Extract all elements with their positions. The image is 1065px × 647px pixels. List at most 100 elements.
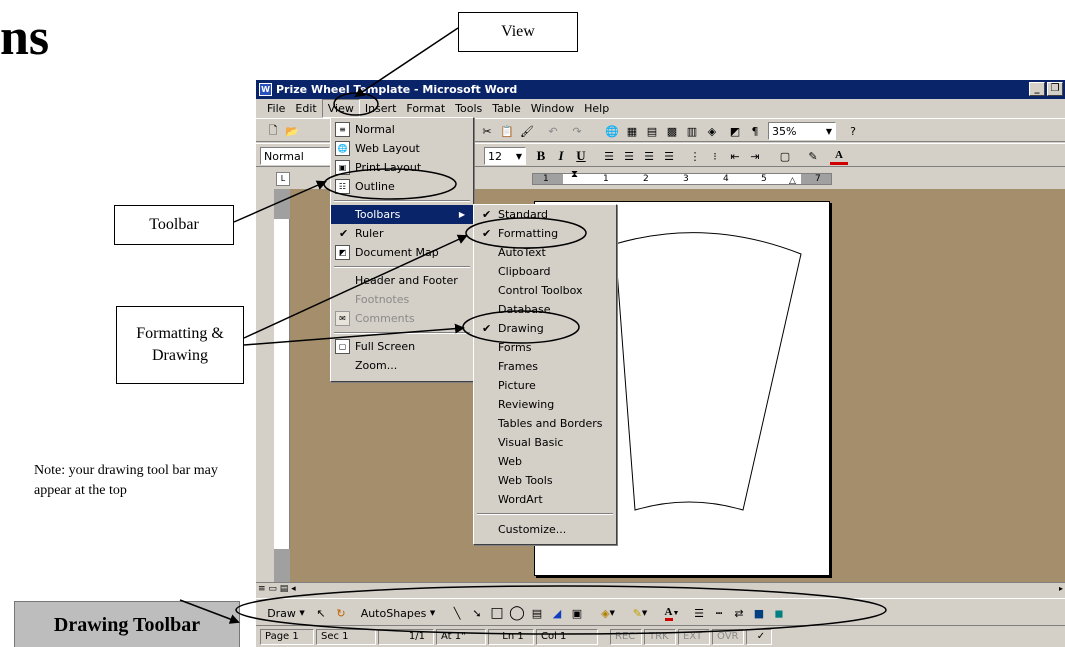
view-menu-zoom[interactable]: Zoom... [331, 356, 473, 375]
increase-indent-icon[interactable]: ⇥ [746, 147, 764, 165]
menu-edit[interactable]: Edit [290, 99, 321, 118]
toolbar-item-autotext[interactable]: AutoText [474, 243, 616, 262]
three-d-icon[interactable]: ◼ [770, 604, 788, 622]
document-map-icon[interactable]: ◩ [726, 122, 744, 140]
toolbar-item-reviewing[interactable]: Reviewing [474, 395, 616, 414]
underline-button[interactable]: U [572, 147, 590, 165]
menu-format[interactable]: Format [401, 99, 450, 118]
view-menu-normal[interactable]: ≡ Normal [331, 120, 473, 139]
hyperlink-icon[interactable]: 🌐 [603, 122, 621, 140]
dash-style-icon[interactable]: ┅ [710, 604, 728, 622]
menu-tools[interactable]: Tools [450, 99, 487, 118]
menu-help[interactable]: Help [579, 99, 614, 118]
indent-marker[interactable]: ⧗ [571, 170, 578, 180]
borders-icon[interactable]: ▢ [776, 147, 794, 165]
scroll-right-icon[interactable]: ▸ [1059, 584, 1063, 593]
fill-color-icon[interactable]: ◈ ▼ [594, 604, 622, 622]
menu-table[interactable]: Table [487, 99, 525, 118]
horizontal-scrollbar[interactable]: ≡ ▭ ▤ ◂ ▸ [256, 582, 1065, 598]
toolbar-item-picture[interactable]: Picture [474, 376, 616, 395]
toolbar-item-web-tools[interactable]: Web Tools [474, 471, 616, 490]
view-menu-web-layout[interactable]: 🌐 Web Layout [331, 139, 473, 158]
insert-excel-icon[interactable]: ▩ [663, 122, 681, 140]
view-menu-full-screen[interactable]: ▢ Full Screen [331, 337, 473, 356]
view-menu-outline[interactable]: ☷ Outline [331, 177, 473, 196]
menu-insert[interactable]: Insert [360, 99, 402, 118]
view-menu-ruler[interactable]: ✔ Ruler [331, 224, 473, 243]
style-combo[interactable]: Normal [260, 147, 330, 165]
restore-icon[interactable]: ❐ [1047, 82, 1063, 96]
toolbar-item-visual-basic[interactable]: Visual Basic [474, 433, 616, 452]
text-box-icon[interactable]: ▤ [528, 604, 546, 622]
open-icon[interactable]: 📂 [283, 122, 301, 140]
toolbar-item-wordart[interactable]: WordArt [474, 490, 616, 509]
show-hide-icon[interactable]: ¶ [746, 122, 764, 140]
toolbar-item-customize[interactable]: Customize... [474, 520, 616, 539]
justify-icon[interactable]: ☰ [660, 147, 678, 165]
italic-button[interactable]: I [552, 147, 570, 165]
toolbar-item-tables-borders[interactable]: Tables and Borders [474, 414, 616, 433]
toolbar-item-drawing[interactable]: ✔ Drawing [474, 319, 616, 338]
tables-borders-icon[interactable]: ▦ [623, 122, 641, 140]
menu-file[interactable]: File [262, 99, 290, 118]
align-center-icon[interactable]: ☰ [620, 147, 638, 165]
font-size-combo[interactable]: 12 ▼ [484, 147, 526, 165]
toolbar-item-forms[interactable]: Forms [474, 338, 616, 357]
align-left-icon[interactable]: ☰ [600, 147, 618, 165]
drawing-icon[interactable]: ◈ [703, 122, 721, 140]
autoshapes-menu-button[interactable]: AutoShapes ▼ [356, 604, 440, 622]
right-indent-marker[interactable]: △ [789, 176, 796, 186]
view-menu-print-layout[interactable]: ▣ Print Layout [331, 158, 473, 177]
decrease-indent-icon[interactable]: ⇤ [726, 147, 744, 165]
toolbar-item-standard[interactable]: ✔ Standard [474, 205, 616, 224]
view-menu-document-map[interactable]: ◩ Document Map [331, 243, 473, 262]
bullets-icon[interactable]: ⁝ [706, 147, 724, 165]
paste-icon[interactable]: 📋 [498, 122, 516, 140]
shadow-icon[interactable]: ■ [750, 604, 768, 622]
status-rec[interactable]: REC [610, 629, 642, 645]
free-rotate-icon[interactable]: ↻ [332, 604, 350, 622]
new-icon[interactable]: 🗋 [264, 122, 282, 140]
view-menu-header-footer[interactable]: Header and Footer [331, 271, 473, 290]
select-objects-icon[interactable]: ↖ [312, 604, 330, 622]
toolbar-item-frames[interactable]: Frames [474, 357, 616, 376]
status-trk[interactable]: TRK [644, 629, 676, 645]
draw-menu-button[interactable]: Draw ▼ [264, 604, 308, 622]
toolbar-item-clipboard[interactable]: Clipboard [474, 262, 616, 281]
help-icon[interactable]: ? [844, 122, 862, 140]
bold-button[interactable]: B [532, 147, 550, 165]
columns-icon[interactable]: ▥ [683, 122, 701, 140]
undo-icon[interactable]: ↶ [544, 122, 562, 140]
toolbar-item-formatting[interactable]: ✔ Formatting [474, 224, 616, 243]
spelling-status-icon[interactable]: ✓ [746, 629, 772, 645]
status-ovr[interactable]: OVR [712, 629, 744, 645]
minimize-icon[interactable]: _ [1029, 82, 1045, 96]
insert-table-icon[interactable]: ▤ [643, 122, 661, 140]
arrow-icon[interactable]: ➘ [468, 604, 486, 622]
menu-window[interactable]: Window [526, 99, 579, 118]
font-color-icon[interactable]: A [830, 147, 848, 165]
drawing-font-color-icon[interactable]: A ▼ [658, 604, 686, 622]
view-menu-toolbars[interactable]: Toolbars ▶ [331, 205, 473, 224]
numbering-icon[interactable]: ⋮ [686, 147, 704, 165]
tab-selector-icon[interactable]: L [276, 172, 290, 186]
highlight-icon[interactable]: ✎ [804, 147, 822, 165]
arrow-style-icon[interactable]: ⇄ [730, 604, 748, 622]
toolbar-item-database[interactable]: Database [474, 300, 616, 319]
rectangle-icon[interactable]: □ [488, 604, 506, 622]
status-ext[interactable]: EXT [678, 629, 710, 645]
line-icon[interactable]: ╲ [448, 604, 466, 622]
wordart-icon[interactable]: ◢ [548, 604, 566, 622]
zoom-combo[interactable]: 35% ▼ [768, 122, 836, 140]
toolbar-item-web[interactable]: Web [474, 452, 616, 471]
line-style-icon[interactable]: ☰ [690, 604, 708, 622]
toolbar-item-control-toolbox[interactable]: Control Toolbox [474, 281, 616, 300]
redo-icon[interactable]: ↷ [568, 122, 586, 140]
clip-art-icon[interactable]: ▣ [568, 604, 586, 622]
menu-view[interactable]: View [321, 99, 360, 118]
format-painter-icon[interactable]: 🖌 [518, 122, 536, 140]
align-right-icon[interactable]: ☰ [640, 147, 658, 165]
line-color-icon[interactable]: ✎ ▼ [626, 604, 654, 622]
cut-icon[interactable]: ✂ [478, 122, 496, 140]
oval-icon[interactable]: ◯ [508, 604, 526, 622]
